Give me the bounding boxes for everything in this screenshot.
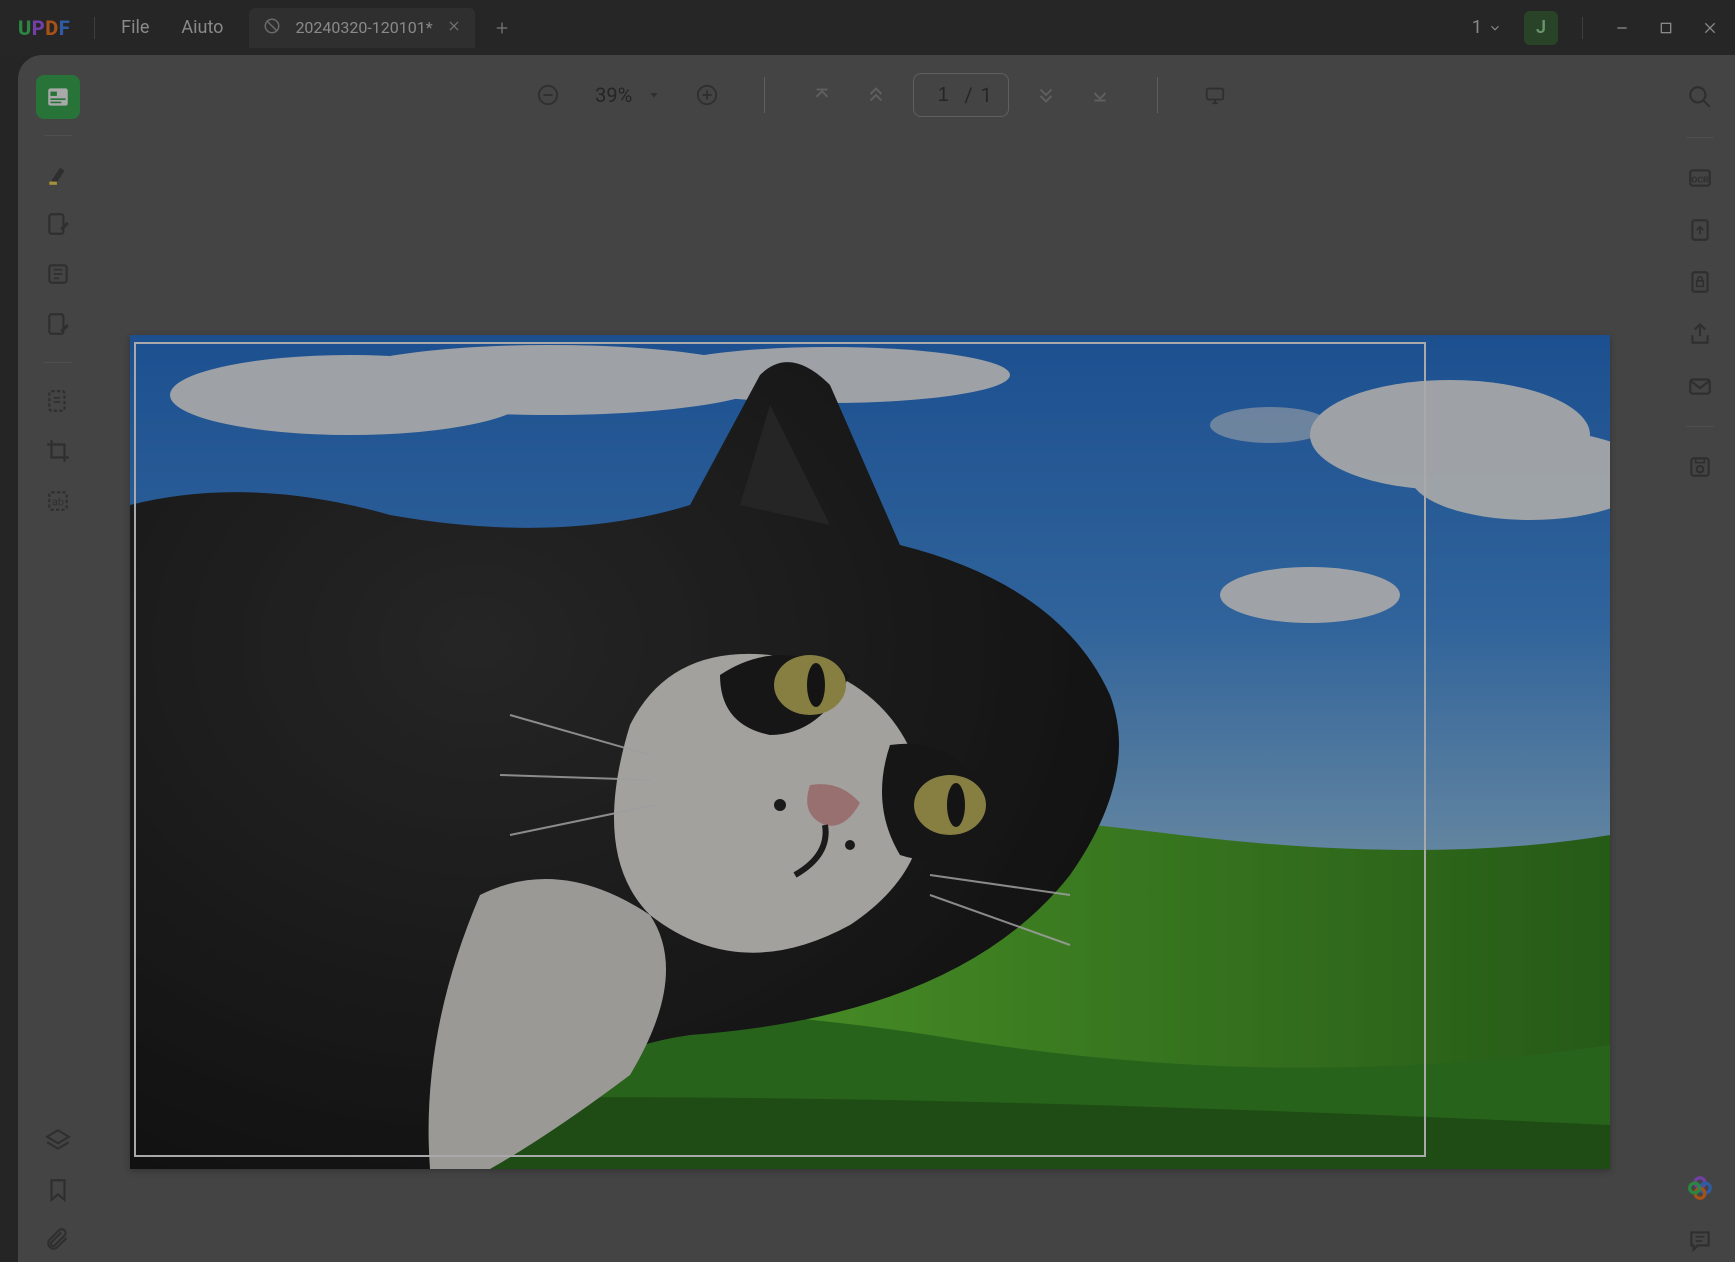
email-tool[interactable] (1678, 364, 1722, 408)
app-logo: UPDF (18, 16, 70, 40)
highlight-tool[interactable] (36, 152, 80, 196)
last-page-button[interactable] (1083, 78, 1117, 112)
redact-tool[interactable] (36, 379, 80, 423)
separator (764, 77, 765, 113)
document-page[interactable] (130, 335, 1610, 1169)
tab-bar: 20240320-120101* (249, 8, 516, 48)
workspace: ab OCR (18, 55, 1735, 1262)
page-total: 1 (981, 83, 992, 107)
tab-close-button[interactable] (447, 18, 461, 37)
menu-file[interactable]: File (105, 11, 165, 44)
page-current-input[interactable] (930, 84, 956, 107)
presentation-button[interactable] (1198, 78, 1232, 112)
edit-tool[interactable] (36, 202, 80, 246)
ocr-tool[interactable]: OCR (1678, 156, 1722, 200)
ai-assistant-tool[interactable] (1678, 1166, 1722, 1210)
attachment-tool[interactable] (36, 1218, 80, 1262)
page-tool[interactable] (36, 252, 80, 296)
canvas-area[interactable] (98, 135, 1665, 1262)
left-sidebar: ab (18, 55, 98, 1262)
svg-text:OCR: OCR (1691, 175, 1709, 185)
user-avatar[interactable]: J (1524, 11, 1558, 45)
comments-panel-tool[interactable] (1678, 1218, 1722, 1262)
document-icon (263, 17, 281, 39)
separator (94, 17, 95, 39)
tab-title: 20240320-120101* (295, 18, 432, 37)
first-page-button[interactable] (805, 78, 839, 112)
right-sidebar: OCR (1665, 55, 1735, 1262)
search-tool[interactable] (1678, 75, 1722, 119)
zoom-dropdown[interactable]: 39% (585, 83, 670, 107)
form-tool[interactable]: ab (36, 479, 80, 523)
bookmark-tool[interactable] (36, 1168, 80, 1212)
maximize-button[interactable] (1651, 13, 1681, 43)
minimize-button[interactable] (1607, 13, 1637, 43)
document-image (130, 335, 1610, 1169)
separator (44, 362, 72, 363)
share-tool[interactable] (1678, 312, 1722, 356)
window-count-label: 1 (1472, 17, 1482, 38)
crop-tool[interactable] (36, 429, 80, 473)
zoom-out-button[interactable] (531, 78, 565, 112)
new-tab-button[interactable] (487, 13, 517, 43)
page-separator: / (964, 83, 972, 107)
chevron-down-icon (648, 89, 660, 101)
avatar-initial: J (1536, 17, 1546, 38)
separator (44, 135, 72, 136)
prev-page-button[interactable] (859, 78, 893, 112)
next-page-button[interactable] (1029, 78, 1063, 112)
separator (1582, 17, 1583, 39)
svg-text:ab: ab (52, 495, 64, 508)
top-toolbar: 39% / 1 (98, 55, 1665, 135)
separator (1686, 426, 1714, 427)
comment-tool[interactable] (36, 302, 80, 346)
separator (1157, 77, 1158, 113)
layers-tool[interactable] (36, 1118, 80, 1162)
close-button[interactable] (1695, 13, 1725, 43)
zoom-in-button[interactable] (690, 78, 724, 112)
protect-tool[interactable] (1678, 260, 1722, 304)
page-input[interactable]: / 1 (913, 73, 1009, 117)
zoom-label: 39% (585, 83, 642, 107)
window-count-dropdown[interactable]: 1 (1464, 13, 1510, 42)
reader-tool[interactable] (36, 75, 80, 119)
save-tool[interactable] (1678, 445, 1722, 489)
document-tab[interactable]: 20240320-120101* (249, 8, 474, 48)
menu-help[interactable]: Aiuto (165, 11, 239, 44)
separator (1686, 137, 1714, 138)
titlebar: UPDF File Aiuto 20240320-120101* 1 J (0, 0, 1735, 55)
convert-tool[interactable] (1678, 208, 1722, 252)
titlebar-right: 1 J (1464, 11, 1725, 45)
